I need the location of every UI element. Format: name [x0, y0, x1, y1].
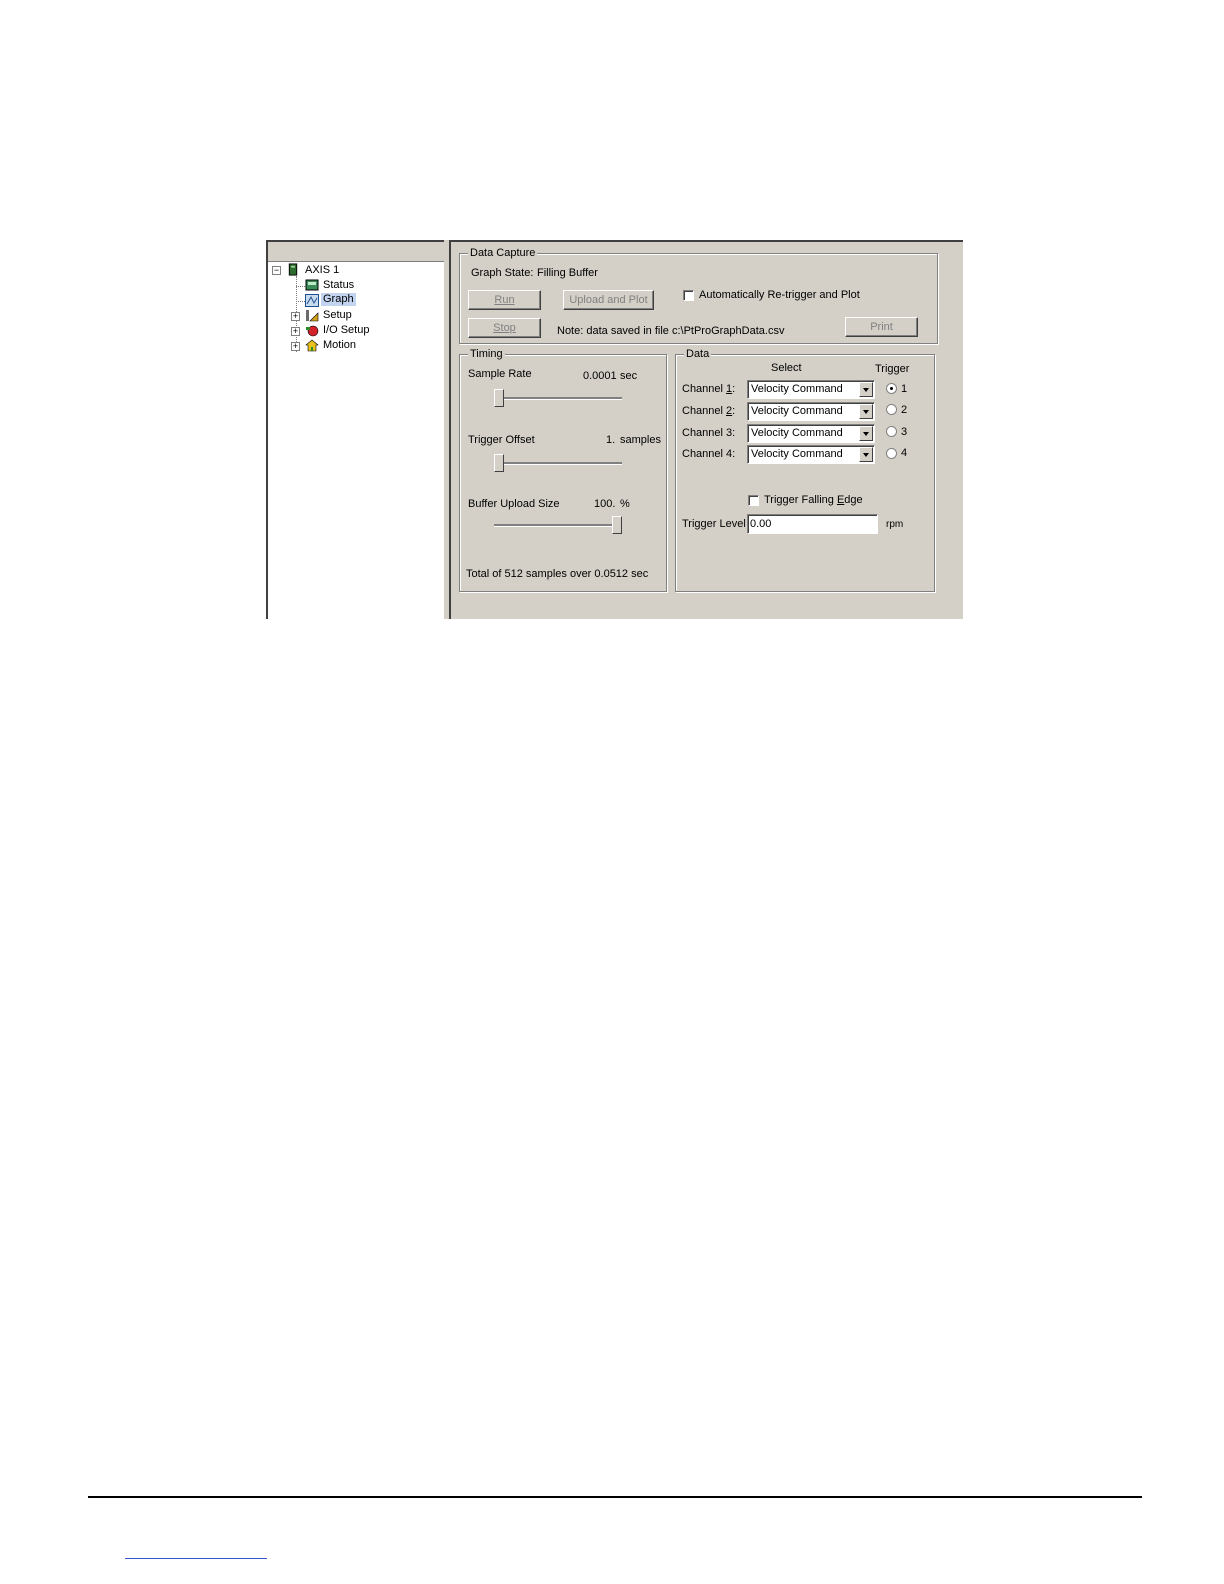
trigger-offset-value: 1. — [606, 434, 616, 446]
setup-icon — [306, 310, 319, 322]
channel-4-label: Channel 4: — [682, 448, 736, 460]
falling-edge-label-rest: dge — [844, 494, 863, 506]
tree-connector — [296, 286, 305, 287]
sample-rate-value: 0.0001 — [583, 370, 617, 382]
expand-io-setup-toggle[interactable]: + — [291, 327, 300, 336]
trigger-falling-edge-label[interactable]: Trigger Falling Edge — [764, 494, 863, 507]
trigger-offset-unit: samples — [620, 434, 661, 446]
channel-1-select-value: Velocity Command — [751, 383, 843, 395]
footer-link-underline[interactable] — [125, 1558, 267, 1559]
trigger-channel-4-label[interactable]: 4 — [901, 447, 907, 460]
stop-button[interactable]: Stop — [468, 318, 541, 338]
chevron-down-icon[interactable] — [859, 426, 873, 441]
buffer-upload-label: Buffer Upload Size — [468, 498, 560, 510]
trigger-offset-slider-track — [494, 462, 622, 465]
select-header: Select — [771, 362, 802, 374]
trigger-level-input[interactable] — [747, 514, 878, 534]
trigger-channel-2-radio[interactable] — [886, 404, 897, 415]
chevron-down-icon[interactable] — [859, 404, 873, 419]
graph-state-value: Filling Buffer — [537, 267, 598, 279]
channel-2-label-text: Channel — [682, 405, 727, 417]
trigger-level-unit: rpm — [886, 519, 904, 530]
tree-header — [268, 242, 444, 262]
channel-1-label: Channel 1: — [682, 383, 735, 396]
collapse-axis-toggle[interactable]: − — [272, 266, 281, 275]
sample-rate-slider-track — [494, 397, 622, 400]
channel-3-label: Channel 3: — [682, 427, 736, 439]
tree-connector — [296, 301, 305, 302]
trigger-offset-slider[interactable] — [494, 454, 504, 472]
sample-rate-unit: sec — [620, 370, 638, 382]
io-setup-icon — [306, 325, 319, 337]
trigger-channel-1-radio[interactable] — [886, 383, 897, 394]
trigger-channel-3-label[interactable]: 3 — [901, 426, 907, 439]
graph-state-label: Graph State: — [471, 267, 534, 279]
upload-button-label: Upload and Plot — [569, 294, 648, 306]
channel-2-label: Channel 2: — [682, 405, 735, 418]
footer-rule — [88, 1496, 1142, 1498]
sample-rate-slider[interactable] — [494, 389, 504, 407]
buffer-upload-unit: % — [620, 498, 630, 510]
graph-icon — [305, 294, 319, 307]
buffer-upload-value: 100. — [594, 498, 616, 510]
auto-retrigger-checkbox[interactable] — [683, 290, 694, 301]
trigger-offset-label: Trigger Offset — [468, 434, 535, 446]
data-capture-group: Data Capture Graph State: Filling Buffer… — [459, 246, 938, 344]
channel-3-select-value: Velocity Command — [751, 427, 843, 439]
channel-4-select[interactable]: Velocity Command — [747, 445, 875, 464]
tree-item-io-setup[interactable]: I/O Setup — [323, 324, 369, 337]
run-button-label: Run — [494, 294, 515, 306]
channel-1-label-colon: : — [732, 383, 736, 395]
data-group: Data Select Trigger Channel 1: Velocity … — [675, 347, 935, 592]
upload-and-plot-button[interactable]: Upload and Plot — [563, 290, 654, 310]
status-icon — [305, 279, 319, 291]
buffer-upload-slider[interactable] — [612, 516, 622, 534]
channel-3-select[interactable]: Velocity Command — [747, 424, 875, 443]
timing-legend: Timing — [468, 347, 505, 361]
trigger-channel-1-label[interactable]: 1 — [901, 383, 907, 396]
data-capture-legend: Data Capture — [468, 246, 538, 260]
expand-motion-toggle[interactable]: + — [291, 342, 300, 351]
tree-item-motion[interactable]: Motion — [323, 339, 356, 352]
navigation-tree: − AXIS 1 Status Graph + Setup + I/O Setu… — [266, 240, 444, 619]
channel-2-select-value: Velocity Command — [751, 405, 843, 417]
falling-edge-label-text: Trigger Falling — [764, 494, 837, 506]
chevron-down-icon[interactable] — [859, 382, 873, 397]
print-button-label: Print — [870, 321, 893, 333]
chevron-down-icon[interactable] — [859, 447, 873, 462]
timing-total: Total of 512 samples over 0.0512 sec — [466, 568, 649, 580]
trigger-channel-2-label[interactable]: 2 — [901, 404, 907, 417]
stop-button-label: Stop — [493, 322, 516, 334]
motion-icon — [305, 339, 319, 352]
channel-4-select-value: Velocity Command — [751, 448, 843, 460]
trigger-channel-4-radio[interactable] — [886, 448, 897, 459]
channel-2-select[interactable]: Velocity Command — [747, 402, 875, 421]
tree-root-label[interactable]: AXIS 1 — [305, 264, 339, 277]
print-button[interactable]: Print — [845, 317, 918, 337]
graph-settings-panel: Data Capture Graph State: Filling Buffer… — [449, 240, 963, 619]
timing-group: Timing Sample Rate 0.0001 sec Trigger Of… — [459, 347, 667, 592]
channel-1-select[interactable]: Velocity Command — [747, 380, 875, 399]
tree-item-status[interactable]: Status — [323, 279, 354, 292]
tree-item-graph[interactable]: Graph — [321, 293, 356, 306]
buffer-upload-slider-track — [494, 524, 622, 527]
axis-drive-icon — [288, 263, 298, 276]
trigger-level-label: Trigger Level — [682, 518, 746, 530]
tree-item-setup[interactable]: Setup — [323, 309, 352, 322]
trigger-falling-edge-checkbox[interactable] — [748, 495, 759, 506]
app-window: − AXIS 1 Status Graph + Setup + I/O Setu… — [266, 240, 963, 619]
sample-rate-label: Sample Rate — [468, 368, 532, 380]
run-button[interactable]: Run — [468, 290, 541, 310]
auto-retrigger-label[interactable]: Automatically Re-trigger and Plot — [699, 289, 860, 302]
expand-setup-toggle[interactable]: + — [291, 312, 300, 321]
trigger-header: Trigger — [875, 363, 910, 375]
data-file-note: Note: data saved in file c:\PtProGraphDa… — [557, 325, 785, 337]
data-legend: Data — [684, 347, 712, 361]
channel-1-label-text: Channel — [682, 383, 727, 395]
trigger-channel-3-radio[interactable] — [886, 426, 897, 437]
channel-2-label-colon: : — [732, 405, 736, 417]
